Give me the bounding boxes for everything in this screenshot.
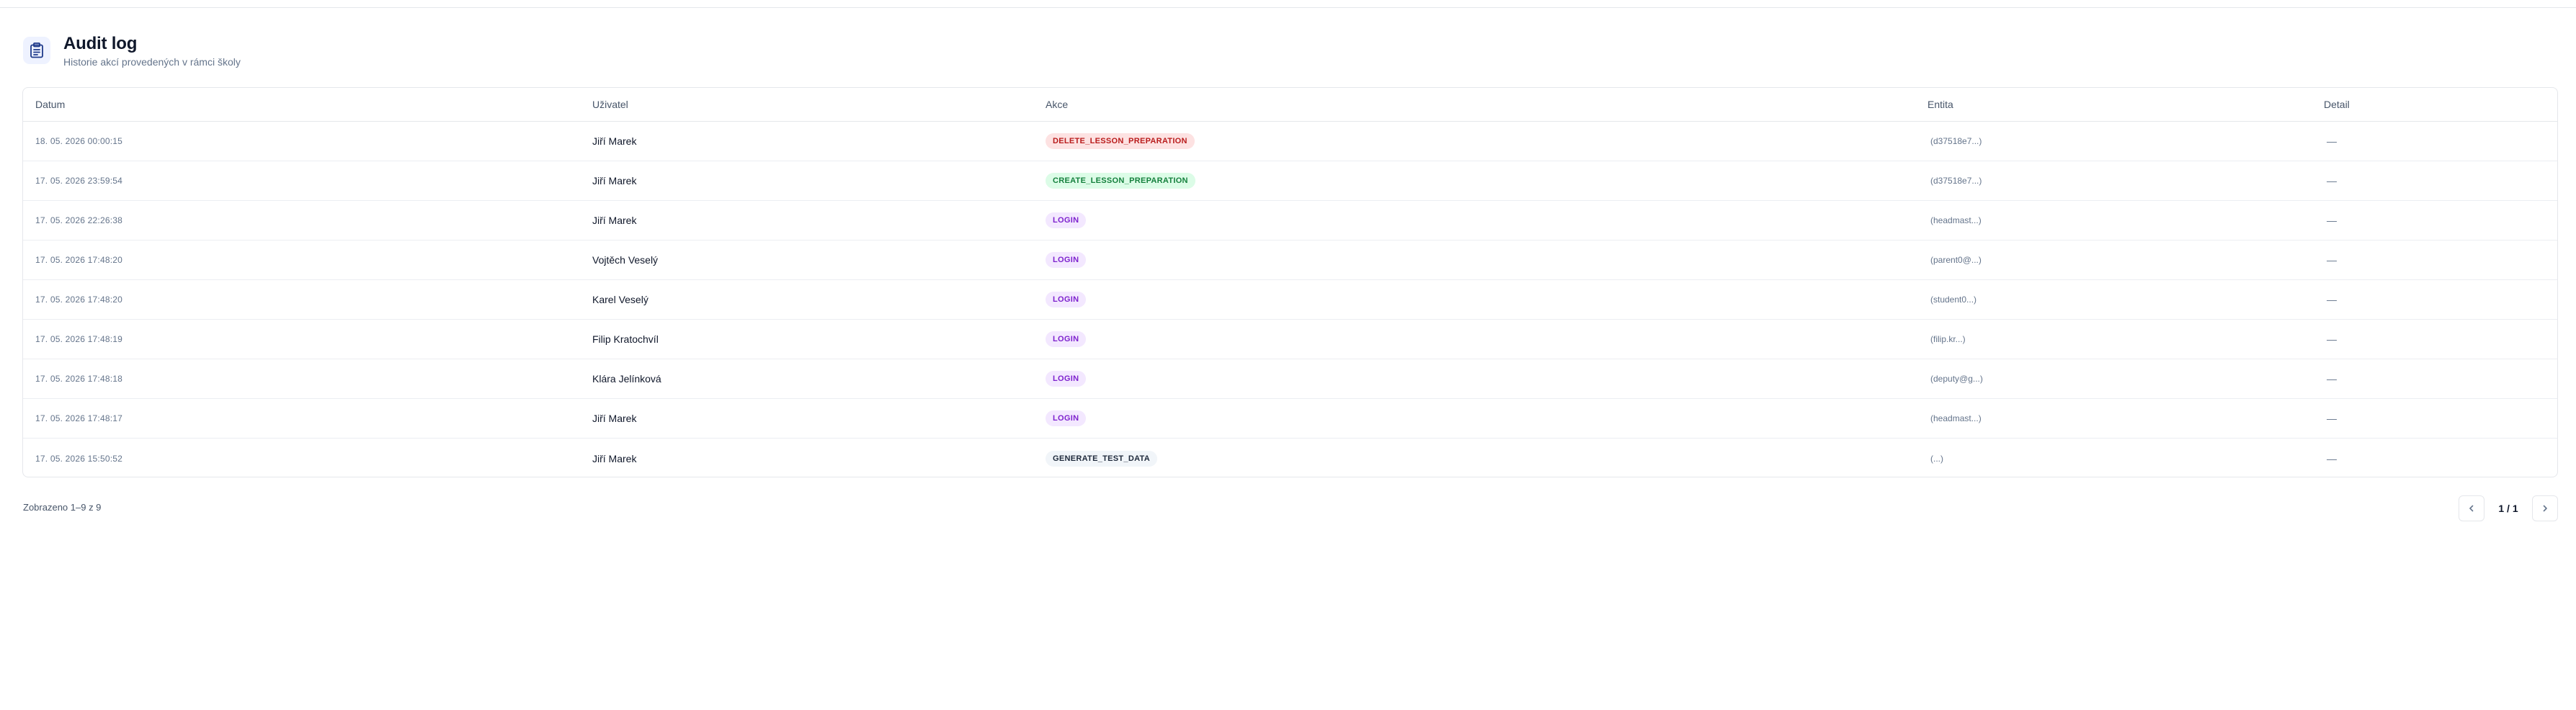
- row-date: 17. 05. 2026 17:48:17: [35, 413, 122, 423]
- action-badge: LOGIN: [1046, 410, 1087, 426]
- row-detail: —: [2327, 333, 2337, 345]
- table-body: 18. 05. 2026 00:00:15 Jiří Marek DELETE_LE…: [23, 122, 2557, 477]
- chevron-right-icon: [2543, 505, 2547, 512]
- row-entity: (headmast...): [1930, 413, 1982, 423]
- row-detail: —: [2327, 452, 2337, 464]
- row-entity: (parent0@...): [1930, 255, 1982, 265]
- action-badge: GENERATE_TEST_DATA: [1046, 450, 1157, 467]
- action-badge: LOGIN: [1046, 371, 1087, 387]
- row-entity: (student0...): [1930, 295, 1977, 305]
- page-title: Audit log: [63, 33, 138, 53]
- column-header-entity[interactable]: Entita: [1927, 99, 1953, 110]
- action-badge: LOGIN: [1046, 292, 1087, 307]
- chevron-left-icon: [2469, 505, 2474, 512]
- row-entity: (d37518e7...): [1930, 176, 1982, 186]
- action-badge: CREATE_LESSON_PREPARATION: [1046, 173, 1195, 189]
- pagination-count: Zobrazeno 1–9 z 9: [23, 502, 102, 513]
- row-date: 17. 05. 2026 22:26:38: [35, 215, 122, 225]
- row-detail: —: [2327, 175, 2337, 187]
- row-date: 17. 05. 2026 17:48:18: [35, 374, 122, 384]
- action-badge: DELETE_LESSON_PREPARATION: [1046, 133, 1195, 149]
- row-date: 17. 05. 2026 15:50:52: [35, 453, 122, 464]
- table-row[interactable]: 18. 05. 2026 00:00:15 Jiří Marek DELETE_LE…: [23, 122, 2557, 161]
- row-date: 17. 05. 2026 23:59:54: [35, 176, 122, 186]
- table-row[interactable]: 17. 05. 2026 17:48:20 Vojtěch Veselý LOGIN…: [23, 241, 2557, 280]
- row-date: 17. 05. 2026 17:48:20: [35, 295, 122, 305]
- row-entity: (...): [1930, 453, 1943, 464]
- audit-log-table: Datum Uživatel Akce Entita Detail 18. 05…: [22, 87, 2558, 477]
- row-entity: (headmast...): [1930, 215, 1982, 225]
- row-user: Jiří Marek: [592, 175, 637, 187]
- row-entity: (deputy@g...): [1930, 374, 1983, 384]
- header-text: Audit log Historie akcí provedených v rá…: [63, 34, 241, 68]
- row-user: Filip Kratochvíl: [592, 333, 659, 345]
- column-header-detail[interactable]: Detail: [2324, 99, 2350, 110]
- row-entity: (d37518e7...): [1930, 136, 1982, 146]
- row-detail: —: [2327, 373, 2337, 385]
- row-detail: —: [2327, 294, 2337, 305]
- row-user: Klára Jelínková: [592, 373, 661, 385]
- column-header-action[interactable]: Akce: [1046, 99, 1068, 110]
- row-date: 17. 05. 2026 17:48:20: [35, 255, 122, 265]
- table-header: Datum Uživatel Akce Entita Detail: [23, 88, 2557, 122]
- top-divider: [0, 7, 2576, 8]
- row-date: 17. 05. 2026 17:48:19: [35, 334, 122, 344]
- table-row[interactable]: 17. 05. 2026 17:48:19 Filip Kratochvíl LOG…: [23, 320, 2557, 359]
- pagination: 1 / 1: [2459, 495, 2558, 521]
- prev-page-button[interactable]: [2459, 495, 2484, 521]
- page-indicator: 1 / 1: [2498, 503, 2518, 514]
- clipboard-icon: [23, 37, 50, 64]
- next-page-button[interactable]: [2532, 495, 2558, 521]
- table-row[interactable]: 17. 05. 2026 17:48:20 Karel Veselý LOGIN (s…: [23, 280, 2557, 320]
- action-badge: LOGIN: [1046, 331, 1087, 347]
- row-user: Karel Veselý: [592, 294, 649, 305]
- page-subtitle: Historie akcí provedených v rámci školy: [63, 55, 241, 68]
- column-header-date[interactable]: Datum: [35, 99, 65, 110]
- row-user: Jiří Marek: [592, 215, 637, 226]
- row-user: Jiří Marek: [592, 135, 637, 147]
- row-detail: —: [2327, 135, 2337, 147]
- row-user: Vojtěch Veselý: [592, 254, 659, 266]
- action-badge: LOGIN: [1046, 252, 1087, 268]
- column-header-user[interactable]: Uživatel: [592, 99, 628, 110]
- action-badge: LOGIN: [1046, 212, 1087, 228]
- row-detail: —: [2327, 254, 2337, 266]
- row-user: Jiří Marek: [592, 413, 637, 424]
- table-row[interactable]: 17. 05. 2026 17:48:17 Jiří Marek LOGIN (hea…: [23, 399, 2557, 439]
- row-date: 18. 05. 2026 00:00:15: [35, 136, 122, 146]
- row-detail: —: [2327, 215, 2337, 226]
- table-row[interactable]: 17. 05. 2026 17:48:18 Klára Jelínková LOGI…: [23, 359, 2557, 399]
- row-user: Jiří Marek: [592, 452, 637, 464]
- row-detail: —: [2327, 413, 2337, 424]
- table-row[interactable]: 17. 05. 2026 15:50:52 Jiří Marek GENERATE_…: [23, 439, 2557, 477]
- table-row[interactable]: 17. 05. 2026 22:26:38 Jiří Marek LOGIN (hea…: [23, 201, 2557, 241]
- page-header: Audit log Historie akcí provedených v rá…: [23, 32, 241, 69]
- table-row[interactable]: 17. 05. 2026 23:59:54 Jiří Marek CREATE_LE…: [23, 161, 2557, 201]
- row-entity: (filip.kr...): [1930, 334, 1966, 344]
